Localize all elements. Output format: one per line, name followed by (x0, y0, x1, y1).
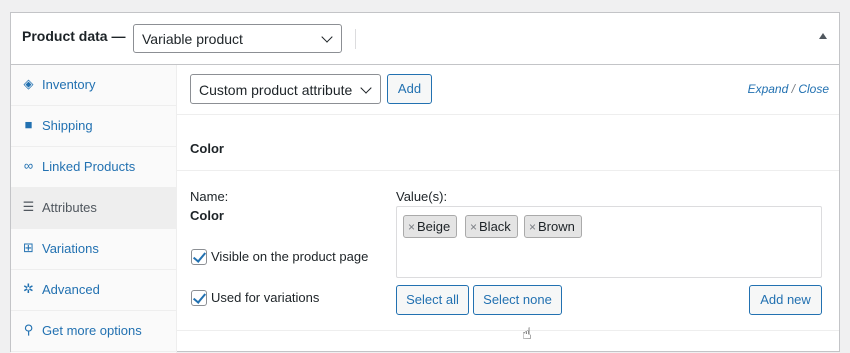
chevron-down-icon (321, 31, 333, 43)
attributes-panel: Custom product attribute Add Expand / Cl… (177, 65, 839, 353)
product-type-value: Variable product (142, 31, 243, 47)
tab-shipping[interactable]: ■ Shipping (11, 106, 177, 147)
link-separator: / (791, 82, 795, 96)
select-all-button[interactable]: Select all (396, 285, 469, 315)
visible-checkbox[interactable] (191, 249, 207, 265)
chip-label: Brown (538, 219, 575, 234)
chip-label: Beige (417, 219, 451, 234)
add-attribute-button[interactable]: Add (387, 74, 432, 104)
value-chip[interactable]: × Beige (403, 215, 458, 238)
plugin-icon: ⚲ (23, 322, 34, 337)
tab-variations[interactable]: ⊞ Variations (11, 229, 177, 270)
expand-close-links: Expand / Close (748, 82, 829, 96)
tab-label: Linked Products (42, 159, 136, 174)
variations-label[interactable]: Used for variations (211, 290, 319, 305)
divider (177, 330, 839, 331)
checkmark-icon (192, 249, 207, 263)
divider (177, 170, 839, 171)
tab-label: Variations (42, 241, 99, 256)
hand-cursor-icon: ☝ (522, 326, 532, 343)
tab-label: Get more options (42, 323, 142, 338)
tab-label: Advanced (42, 282, 100, 297)
tab-label: Shipping (42, 118, 93, 133)
chip-label: Black (479, 219, 511, 234)
grid-icon: ⊞ (23, 240, 34, 255)
attribute-heading[interactable]: Color (190, 141, 224, 156)
remove-icon[interactable]: × (470, 220, 477, 234)
product-data-title: Product data — (22, 28, 126, 44)
select-none-button[interactable]: Select none (473, 285, 562, 315)
value-chip[interactable]: × Black (465, 215, 518, 238)
list-icon: ☰ (22, 199, 35, 214)
product-data-tabs: ◈ Inventory ■ Shipping ∞ Linked Products… (11, 65, 177, 353)
value-chip[interactable]: × Brown (524, 215, 582, 238)
truck-icon: ■ (24, 117, 33, 132)
tab-label: Inventory (42, 77, 96, 92)
header-divider (355, 29, 356, 49)
tab-linked-products[interactable]: ∞ Linked Products (11, 147, 177, 188)
panel-header: Product data — Variable product (11, 13, 839, 65)
tab-inventory[interactable]: ◈ Inventory (11, 65, 177, 106)
collapse-arrow-icon[interactable] (819, 33, 827, 39)
chevron-down-icon (360, 82, 372, 94)
close-link[interactable]: Close (798, 82, 829, 96)
checkmark-icon (192, 290, 207, 304)
tab-get-more-options[interactable]: ⚲ Get more options (11, 311, 177, 352)
product-data-panel: Product data — Variable product ◈ Invent… (10, 12, 840, 353)
divider (177, 114, 839, 115)
visible-label[interactable]: Visible on the product page (211, 249, 368, 264)
expand-link[interactable]: Expand (748, 82, 789, 96)
variations-checkbox[interactable] (191, 290, 207, 306)
remove-icon[interactable]: × (408, 220, 415, 234)
product-type-select[interactable]: Variable product (133, 24, 342, 53)
tag-icon: ◈ (23, 76, 34, 91)
attribute-type-select[interactable]: Custom product attribute (190, 74, 381, 104)
tab-advanced[interactable]: ✲ Advanced (11, 270, 177, 311)
attribute-type-value: Custom product attribute (199, 82, 353, 98)
values-label: Value(s): (396, 189, 448, 204)
name-value: Color (190, 208, 224, 223)
tab-attributes[interactable]: ☰ Attributes (11, 188, 177, 229)
tab-label: Attributes (42, 200, 97, 215)
remove-icon[interactable]: × (529, 220, 536, 234)
link-icon: ∞ (23, 158, 34, 173)
values-select-box[interactable]: × Beige × Black × Brown (396, 206, 822, 278)
gear-icon: ✲ (23, 281, 34, 296)
add-new-button[interactable]: Add new (749, 285, 822, 315)
name-label: Name: (190, 189, 229, 204)
